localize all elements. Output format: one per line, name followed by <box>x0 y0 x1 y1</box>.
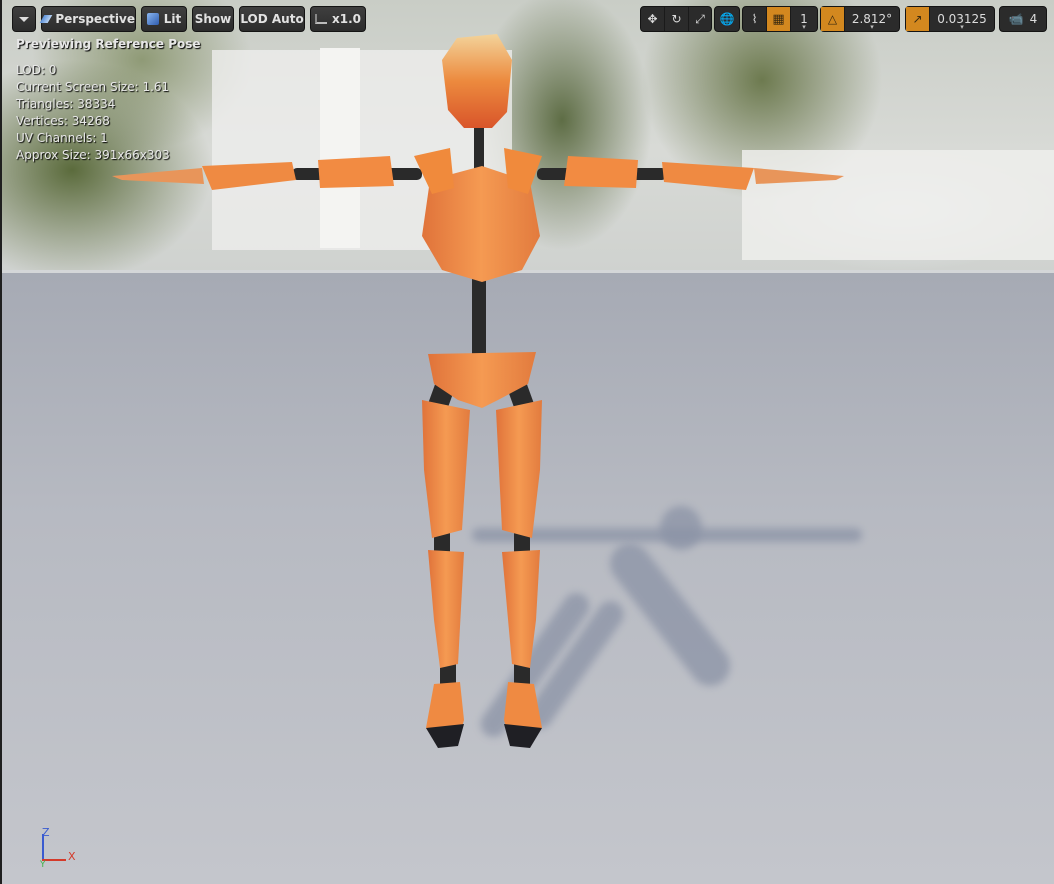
cube-icon <box>146 13 159 25</box>
scale-snap-group: ↗ 0.03125 ▾ <box>905 6 995 32</box>
preview-title: Previewing Reference Pose <box>16 37 201 51</box>
rotation-snap-toggle[interactable]: △ <box>821 7 845 31</box>
scale-icon: ⤢ <box>695 11 705 26</box>
y-axis-label: Y <box>40 860 46 870</box>
world-coordinates-button[interactable]: 🌐 <box>715 7 739 31</box>
camera-speed-dropdown[interactable]: 📹 4 <box>1000 7 1046 31</box>
chevron-down-icon: ▾ <box>802 23 806 31</box>
camera-speed-value: 4 <box>1029 12 1038 26</box>
z-axis-label: Z <box>42 826 50 839</box>
show-label: Show <box>194 12 232 26</box>
viewport-options-button[interactable] <box>12 6 36 32</box>
stat-screen-size: Current Screen Size: 1.61 <box>16 80 170 94</box>
viewport[interactable]: Previewing Reference Pose LOD: 0 Current… <box>0 0 1054 884</box>
axis-gizmo: Z X Y <box>36 826 86 870</box>
rotate-icon: ↻ <box>671 12 682 26</box>
stat-vertices: Vertices: 34268 <box>16 114 110 128</box>
lod-label: LOD Auto <box>240 12 304 26</box>
angle-icon: △ <box>827 12 838 26</box>
scale-snap-toggle[interactable]: ↗ <box>906 7 930 31</box>
scale-snap-icon: ↗ <box>912 12 923 26</box>
perspective-label: Perspective <box>55 12 135 26</box>
rotate-mode-button[interactable]: ↻ <box>665 7 689 31</box>
surface-snap-icon: ⌇ <box>751 12 758 26</box>
translate-mode-button[interactable]: ✥ <box>641 7 665 31</box>
camera-speed-group: 📹 4 <box>999 6 1047 32</box>
chevron-down-icon <box>19 16 29 22</box>
lit-label: Lit <box>163 12 182 26</box>
lod-button[interactable]: LOD Auto <box>239 6 305 32</box>
x-axis-label: X <box>68 850 76 863</box>
stat-approx-size: Approx Size: 391x66x303 <box>16 148 170 162</box>
surface-snap-button[interactable]: ⌇ <box>743 7 767 31</box>
lit-button[interactable]: Lit <box>141 6 187 32</box>
grid-size-dropdown[interactable]: 1 ▾ <box>791 7 817 31</box>
transform-mode-group: ✥ ↻ ⤢ <box>640 6 712 32</box>
chevron-down-icon: ▾ <box>960 23 964 31</box>
stat-uv-channels: UV Channels: 1 <box>16 131 108 145</box>
rotation-snap-dropdown[interactable]: 2.812° ▾ <box>845 7 899 31</box>
rotation-snap-group: △ 2.812° ▾ <box>820 6 900 32</box>
viewport-stats: Previewing Reference Pose LOD: 0 Current… <box>16 36 201 164</box>
globe-icon: 🌐 <box>719 12 735 26</box>
stat-triangles: Triangles: 38334 <box>16 97 116 111</box>
camera-speed-icon: 📹 <box>1008 12 1024 26</box>
stat-lod: LOD: 0 <box>16 63 57 77</box>
coordinate-system-group: 🌐 <box>714 6 740 32</box>
speed-icon <box>315 14 327 24</box>
move-icon: ✥ <box>647 12 658 26</box>
scale-mode-button[interactable]: ⤢ <box>689 7 711 31</box>
speed-label: x1.0 <box>332 12 361 26</box>
chevron-down-icon: ▾ <box>870 23 874 31</box>
grid-snap-toggle[interactable]: ▦ <box>767 7 791 31</box>
grid-snap-group: ⌇ ▦ 1 ▾ <box>742 6 818 32</box>
camera-icon <box>39 15 53 23</box>
perspective-button[interactable]: Perspective <box>39 6 136 32</box>
scale-snap-dropdown[interactable]: 0.03125 ▾ <box>930 7 994 31</box>
grid-icon: ▦ <box>772 11 785 27</box>
playback-speed-button[interactable]: x1.0 <box>310 6 366 32</box>
show-button[interactable]: Show <box>192 6 234 32</box>
